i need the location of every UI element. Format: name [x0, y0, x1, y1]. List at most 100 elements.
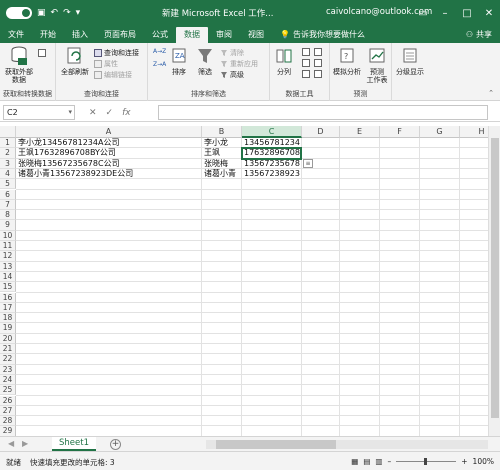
new-query-icon[interactable] [38, 49, 46, 57]
row-header-22[interactable]: 22 [0, 354, 16, 365]
row-header-29[interactable]: 29 [0, 426, 16, 436]
worksheet-grid[interactable]: A B C D E F G H 1 2 3 4 5 6 7 8 9 10 11 12 13 14 15 16 17 18 19 20 2… [0, 126, 488, 436]
data-model-icon[interactable] [314, 70, 322, 78]
remove-duplicates-icon[interactable] [302, 59, 310, 67]
row-header-9[interactable]: 9 [0, 220, 16, 231]
edit-links-button[interactable]: 编辑链接 [94, 70, 132, 80]
cell-B1[interactable]: 李小龙 [202, 138, 242, 148]
column-header-E[interactable]: E [340, 126, 380, 138]
row-header-11[interactable]: 11 [0, 241, 16, 252]
cell-A1[interactable]: 李小龙13456781234A公司 [16, 138, 202, 148]
cell-B3[interactable]: 张晓梅 [202, 159, 242, 169]
tab-data[interactable]: 数据 [176, 27, 208, 43]
row-header-26[interactable]: 26 [0, 395, 16, 406]
next-sheet-icon[interactable]: ▶ [22, 439, 28, 448]
row-header-28[interactable]: 28 [0, 416, 16, 427]
zoom-out-icon[interactable]: – [388, 457, 392, 466]
tab-file[interactable]: 文件 [0, 27, 32, 43]
consolidate-icon[interactable] [314, 48, 322, 56]
outline-button[interactable]: 分级显示 [394, 46, 426, 76]
row-header-1[interactable]: 1 [0, 138, 16, 149]
save-icon[interactable]: ▣ [37, 8, 46, 18]
column-header-D[interactable]: D [302, 126, 340, 138]
column-header-C[interactable]: C [242, 126, 302, 138]
cancel-icon[interactable]: ✕ [89, 108, 97, 118]
cell-B2[interactable]: 王飒 [202, 148, 242, 158]
row-header-17[interactable]: 17 [0, 302, 16, 314]
row-header-5[interactable]: 5 [0, 179, 16, 190]
row-header-4[interactable]: 4 [0, 168, 16, 180]
cell-A2[interactable]: 王飒17632896708BY公司 [16, 148, 202, 158]
tab-view[interactable]: 视图 [240, 27, 272, 43]
row-header-23[interactable]: 23 [0, 364, 16, 375]
properties-button[interactable]: 属性 [94, 59, 118, 69]
row-header-27[interactable]: 27 [0, 405, 16, 417]
row-header-6[interactable]: 6 [0, 189, 16, 200]
share-button[interactable]: ⚇ 共享 [466, 27, 492, 42]
tab-page-layout[interactable]: 页面布局 [96, 27, 144, 43]
reapply-button[interactable]: 重新应用 [220, 59, 258, 69]
cell-C3[interactable]: 13567235678 [242, 159, 302, 169]
cell-B4[interactable]: 诸葛小青 [202, 169, 242, 179]
row-header-24[interactable]: 24 [0, 374, 16, 386]
column-header-F[interactable]: F [380, 126, 420, 138]
normal-view-icon[interactable]: ▦ [351, 457, 358, 466]
tab-review[interactable]: 审阅 [208, 27, 240, 43]
formula-input[interactable] [158, 105, 488, 120]
row-header-3[interactable]: 3 [0, 158, 16, 169]
ribbon-display-options-icon[interactable]: ▭ [412, 0, 434, 26]
column-header-G[interactable]: G [420, 126, 460, 138]
vertical-scrollbar[interactable] [488, 126, 500, 436]
relationships-icon[interactable] [314, 59, 322, 67]
horizontal-scrollbar[interactable] [206, 440, 488, 449]
row-header-19[interactable]: 19 [0, 323, 16, 334]
tell-me-box[interactable]: 💡 告诉我你想要做什么 [280, 27, 365, 43]
row-header-13[interactable]: 13 [0, 261, 16, 272]
autosave-toggle[interactable] [6, 7, 32, 19]
cell-C4[interactable]: 13567238923 [242, 169, 302, 179]
page-break-view-icon[interactable]: ▥ [375, 457, 382, 466]
add-sheet-icon[interactable]: + [110, 439, 121, 450]
sheet-tab-sheet1[interactable]: Sheet1 [52, 437, 96, 451]
queries-connections-button[interactable]: 查询和连接 [94, 48, 139, 58]
zoom-level[interactable]: 100% [473, 457, 494, 466]
row-header-18[interactable]: 18 [0, 313, 16, 324]
name-box[interactable]: C2 [3, 105, 75, 120]
flash-fill-icon[interactable] [302, 48, 310, 56]
sort-button[interactable]: ZA 排序 [168, 46, 190, 76]
row-header-14[interactable]: 14 [0, 271, 16, 283]
sort-ascending-button[interactable]: A→Z [153, 48, 166, 55]
filter-button[interactable]: 筛选 [194, 46, 216, 76]
get-external-data-button[interactable]: 获取外部数据 [2, 46, 36, 84]
column-header-B[interactable]: B [202, 126, 242, 138]
minimize-icon[interactable]: – [434, 0, 456, 26]
clear-filter-button[interactable]: 清除 [220, 48, 244, 58]
select-all-corner[interactable] [0, 126, 16, 138]
insert-function-icon[interactable]: fx [122, 108, 131, 118]
row-header-15[interactable]: 15 [0, 282, 16, 293]
row-header-7[interactable]: 7 [0, 199, 16, 211]
zoom-slider[interactable] [396, 458, 457, 465]
sort-descending-button[interactable]: Z→A [153, 61, 166, 68]
row-header-8[interactable]: 8 [0, 210, 16, 221]
row-header-12[interactable]: 12 [0, 251, 16, 262]
what-if-analysis-button[interactable]: ? 模拟分析 [332, 46, 362, 76]
row-header-20[interactable]: 20 [0, 333, 16, 344]
forecast-sheet-button[interactable]: 预测 工作表 [364, 46, 390, 84]
page-layout-view-icon[interactable]: ▤ [363, 457, 370, 466]
prev-sheet-icon[interactable]: ◀ [8, 439, 14, 448]
data-validation-icon[interactable] [302, 70, 310, 78]
close-icon[interactable]: ✕ [478, 0, 500, 26]
column-header-H[interactable]: H [460, 126, 488, 138]
collapse-ribbon-icon[interactable]: ⌃ [488, 89, 494, 97]
advanced-filter-button[interactable]: 高级 [220, 70, 244, 80]
maximize-icon[interactable]: □ [456, 0, 478, 26]
flash-fill-options-icon[interactable]: ≡ [303, 158, 313, 168]
undo-icon[interactable]: ↶ [51, 8, 59, 18]
cell-A4[interactable]: 诸葛小青13567238923DE公司 [16, 169, 202, 179]
tab-home[interactable]: 开始 [32, 27, 64, 43]
customize-qat-icon[interactable]: ▾ [76, 8, 81, 18]
tab-formulas[interactable]: 公式 [144, 27, 176, 43]
zoom-in-icon[interactable]: + [461, 457, 467, 466]
text-to-columns-button[interactable]: 分列 [272, 46, 296, 76]
